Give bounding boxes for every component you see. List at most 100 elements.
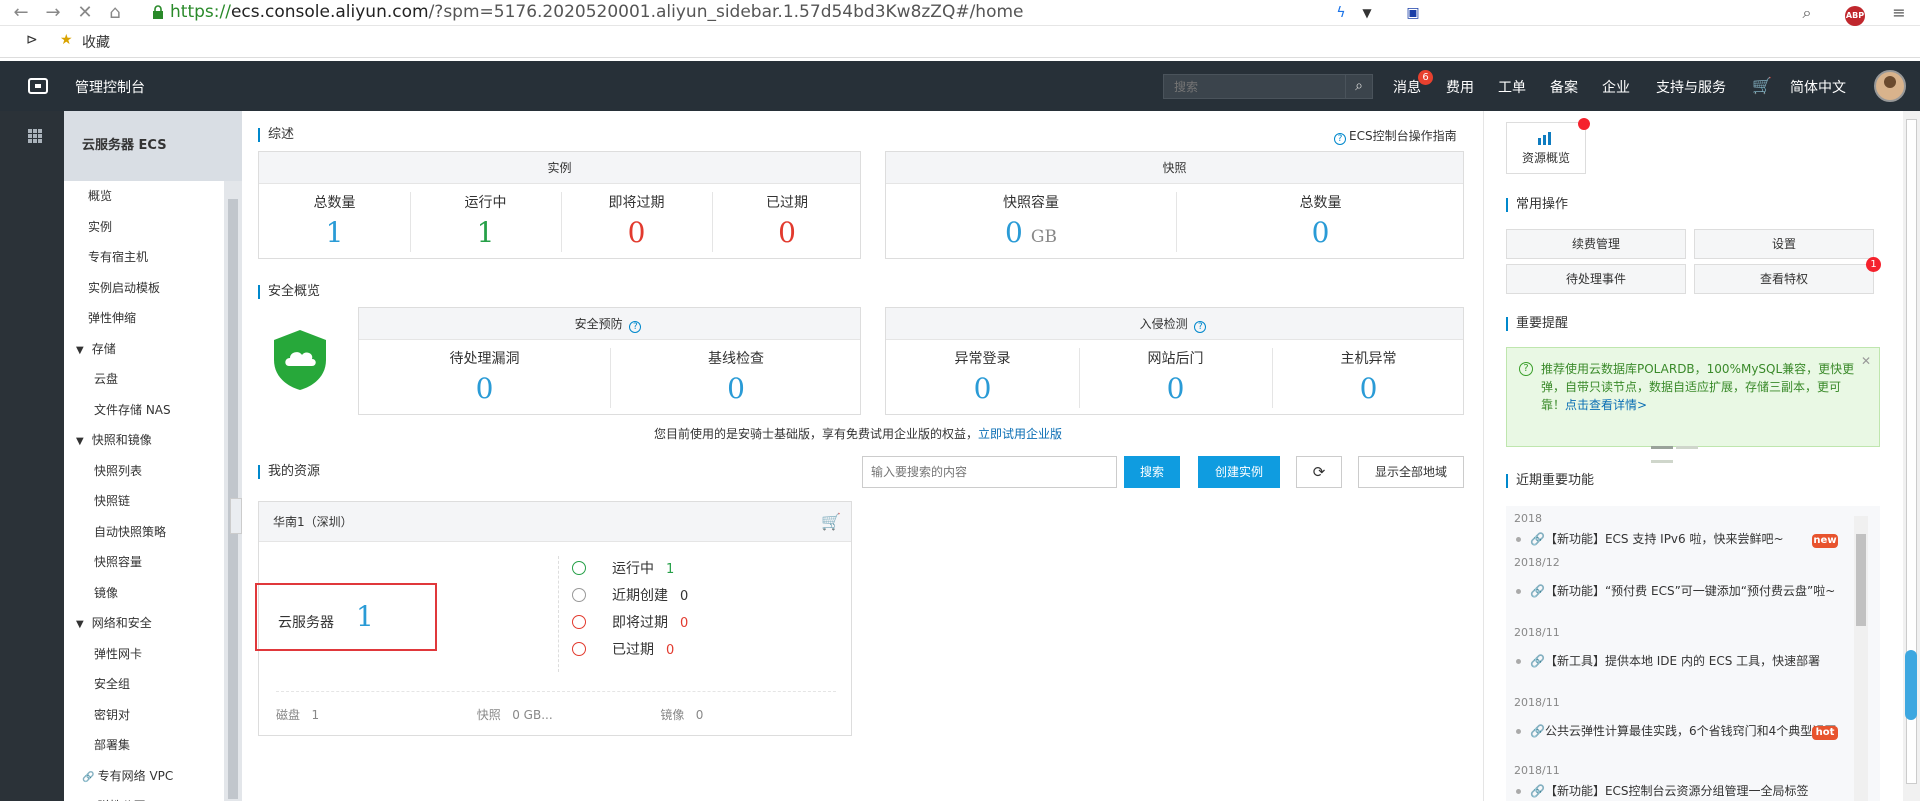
messages-link[interactable]: 消息 [1393,77,1421,97]
stat-running[interactable]: 运行中 1 [572,558,674,578]
forward-icon[interactable]: → [38,0,68,26]
metric-expiring[interactable]: 即将过期 0 [561,184,712,260]
feature-item[interactable]: 🔗公共云弹性计算最佳实践，6个省钱窍门和4个典型误区 [1516,722,1840,740]
sidebar-item[interactable]: 快照链 [64,486,224,516]
alert-message: 推荐使用云数据库POLARDB，100%MySQL兼容，更快更弹，自带只读节点，… [1541,360,1861,414]
help-icon[interactable]: ? [629,321,642,333]
sidebar-toggle-icon[interactable]: ⊳ [26,32,38,48]
topbar-search-button[interactable]: ⌕ [1345,74,1373,99]
snapshots-header: 快照 [886,152,1463,184]
resource-overview-button[interactable]: 资源概览 [1506,122,1586,174]
console-title[interactable]: 管理控制台 [75,77,145,97]
cart-icon[interactable]: 🛒 [1752,76,1772,95]
footer-image-value[interactable]: 0 [696,708,704,722]
stat-expired[interactable]: 已过期 0 [572,639,674,659]
metric-running[interactable]: 运行中 1 [410,184,561,260]
grid-menu-icon[interactable] [28,129,42,143]
adblock-icon[interactable]: ABP [1840,0,1870,26]
sidebar-item[interactable]: 镜像 [64,578,224,608]
metric-snapshot-capacity[interactable]: 快照容量 0 GB [886,184,1176,260]
renewal-button[interactable]: 续费管理 [1506,229,1686,259]
home-icon[interactable]: ⌂ [100,0,130,26]
footer-snapshot-value[interactable]: 0 GB... [512,708,552,722]
sidebar-item[interactable]: 实例 [64,212,224,242]
user-avatar[interactable] [1874,70,1906,102]
pending-events-button[interactable]: 待处理事件 [1506,264,1686,294]
metric-snapshot-total[interactable]: 总数量 0 [1176,184,1465,260]
sidebar-item[interactable]: 🔗 弹性公网 IP [64,791,224,801]
sidebar-item[interactable]: 密钥对 [64,700,224,730]
server-label[interactable]: 云服务器 [278,612,334,632]
trial-enterprise-link[interactable]: 立即试用企业版 [978,427,1062,441]
sidebar-item[interactable]: 弹性网卡 [64,639,224,669]
sidebar-collapse-handle[interactable] [230,498,242,534]
sidebar-item[interactable]: 文件存储 NAS [64,395,224,425]
refresh-button[interactable]: ⟳ [1296,456,1342,488]
sidebar-item[interactable]: ▼ 快照和镜像 [64,425,224,455]
sidebar-item[interactable]: 部署集 [64,730,224,760]
ecs-guide-link[interactable]: ? ECS控制台操作指南 [1334,127,1457,145]
alert-details-link[interactable]: 点击查看详情> [1565,398,1647,412]
menu-icon[interactable]: ≡ [1884,0,1914,26]
features-scroll-thumb[interactable] [1856,534,1866,626]
floating-widget[interactable] [1905,650,1917,720]
metric-abnormal-login[interactable]: 异常登录 0 [886,340,1079,416]
resource-search-button[interactable]: 搜索 [1124,456,1180,488]
metric-baseline[interactable]: 基线检查 0 [610,340,862,416]
sidebar-item[interactable]: 专有宿主机 [64,242,224,272]
metric-host-anomaly[interactable]: 主机异常 0 [1272,340,1465,416]
topbar-search-input[interactable] [1164,75,1344,98]
metric-total[interactable]: 总数量 1 [259,184,410,260]
close-icon[interactable]: ✕ [1861,354,1871,368]
server-count[interactable]: 1 [356,600,374,633]
sidebar-item[interactable]: ▼ 网络和安全 [64,608,224,638]
carousel-dots[interactable] [1651,438,1711,463]
bookmark-favorites[interactable]: 收藏 [82,32,110,52]
language-switch[interactable]: 简体中文 [1790,77,1846,97]
privileges-button[interactable]: 查看特权 [1694,264,1874,294]
tickets-link[interactable]: 工单 [1498,77,1526,97]
support-link[interactable]: 支持与服务 [1656,77,1726,97]
settings-button[interactable]: 设置 [1694,229,1874,259]
show-all-regions-button[interactable]: 显示全部地域 [1358,456,1464,488]
back-icon[interactable]: ← [6,0,36,26]
sidebar-item[interactable]: 快照容量 [64,547,224,577]
sidebar-item[interactable]: 自动快照策略 [64,517,224,547]
aliyun-logo-icon[interactable] [28,78,48,94]
sidebar-item[interactable]: 🔗 专有网络 VPC [64,761,224,791]
common-ops-title: 常用操作 [1506,198,1568,212]
stat-recent[interactable]: 近期创建 0 [572,585,688,605]
feature-item[interactable]: 🔗【新功能】“预付费 ECS”可一键添加“预付费云盘”啦~ [1516,582,1840,600]
create-instance-button[interactable]: 创建实例 [1198,456,1280,488]
enterprise-link[interactable]: 企业 [1602,77,1630,97]
feature-item[interactable]: 🔗【新功能】ECS 支持 IPv6 啦，快来尝鲜吧~ [1516,530,1840,548]
dropdown-arrow-icon[interactable]: ▼ [1352,0,1382,26]
help-icon[interactable]: ? [1194,321,1207,333]
footer-disk-value[interactable]: 1 [311,708,319,722]
sidebar-item[interactable]: 快照列表 [64,456,224,486]
features-scrollbar[interactable] [1854,516,1868,801]
resource-search-input[interactable] [863,457,1113,487]
stat-expiring[interactable]: 即将过期 0 [572,612,688,632]
billing-link[interactable]: 费用 [1446,77,1474,97]
sidebar-item[interactable]: 弹性伸缩 [64,303,224,333]
extension-icon[interactable]: ▣ [1398,0,1428,26]
url-text[interactable]: https://ecs.console.aliyun.com/?spm=5176… [170,0,1024,24]
metric-expired[interactable]: 已过期 0 [712,184,862,260]
region-cart-icon[interactable]: 🛒 [821,512,841,531]
sidebar-item[interactable]: 概览 [64,181,224,211]
feature-item[interactable]: 🔗【新功能】ECS控制台云资源分组管理一全局标签 [1516,782,1840,800]
sidebar-item[interactable]: 云盘 [64,364,224,394]
sidebar-item[interactable]: 安全组 [64,669,224,699]
filing-link[interactable]: 备案 [1550,77,1578,97]
sidebar-item[interactable]: 实例启动模板 [64,273,224,303]
metric-vulnerabilities[interactable]: 待处理漏洞 0 [359,340,610,416]
sidebar-scrollbar[interactable] [224,181,242,801]
sidebar-item[interactable]: ▼ 存储 [64,334,224,364]
stop-icon[interactable]: ✕ [70,0,100,26]
metric-webshell[interactable]: 网站后门 0 [1079,340,1272,416]
feature-item[interactable]: 🔗【新工具】提供本地 IDE 内的 ECS 工具，快速部署 [1516,652,1840,670]
resource-search-field[interactable] [862,456,1117,488]
topbar-search-field[interactable] [1163,74,1348,99]
browser-search-icon[interactable]: ⌕ [1792,0,1822,26]
